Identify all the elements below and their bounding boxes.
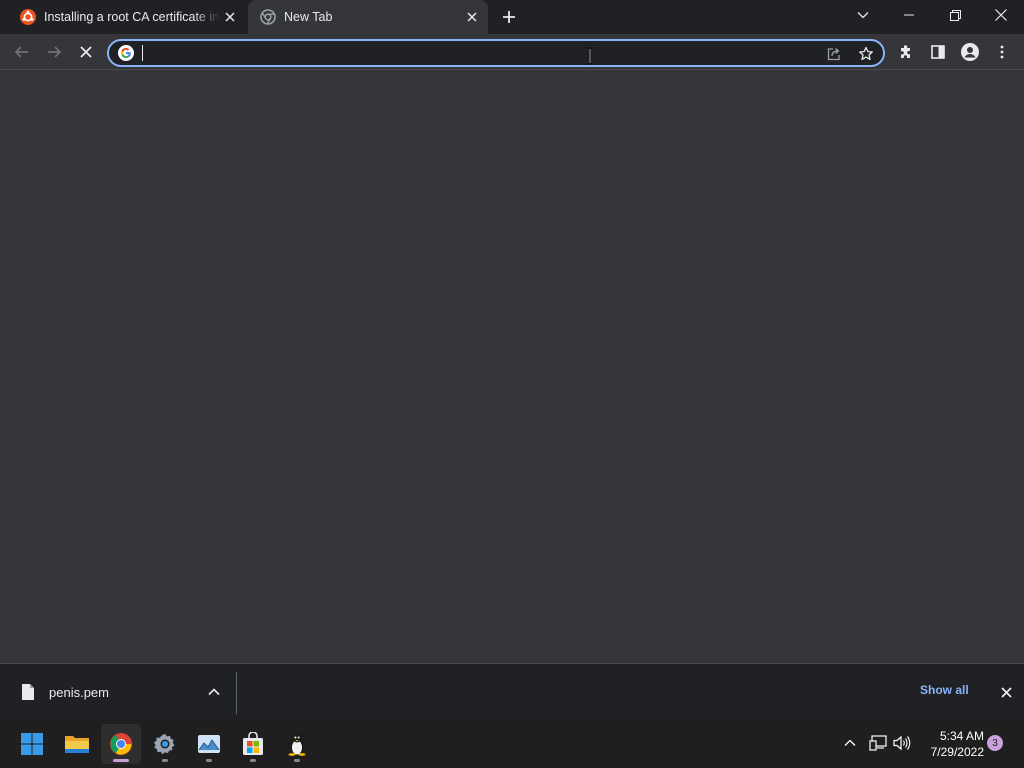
text-caret [142, 45, 143, 61]
running-app-indicator [250, 759, 256, 762]
tab-search-chevron-icon[interactable] [840, 0, 886, 30]
tab-strip: Installing a root CA certificate in the … [0, 0, 1024, 34]
network-icon[interactable] [867, 732, 889, 754]
photos-icon[interactable] [189, 724, 229, 764]
more-menu-icon[interactable] [988, 38, 1016, 66]
extensions-puzzle-icon[interactable] [892, 38, 920, 66]
back-button[interactable] [8, 38, 36, 66]
windows-taskbar: 5:34 AM 7/29/2022 3 [0, 720, 1024, 768]
chrome-newtab-icon [260, 9, 276, 25]
settings-icon[interactable] [145, 724, 185, 764]
ubuntu-icon [20, 9, 36, 25]
download-filename: penis.pem [49, 684, 109, 700]
show-hidden-icons-chevron-icon[interactable] [839, 732, 861, 754]
address-bar[interactable] [107, 39, 885, 67]
profile-avatar-icon[interactable] [956, 38, 984, 66]
file-icon [22, 684, 34, 700]
chevron-up-icon[interactable] [204, 682, 224, 702]
clock-time: 5:34 AM [939, 729, 984, 743]
windows-start-icon[interactable] [12, 724, 52, 764]
tab-installing-root-ca[interactable]: Installing a root CA certificate in the … [8, 0, 246, 34]
new-tab-button[interactable] [498, 6, 520, 28]
page-content [0, 71, 1024, 663]
browser-toolbar [0, 34, 1024, 70]
minimize-button[interactable] [886, 0, 932, 30]
show-all-downloads-link[interactable]: Show all [920, 683, 969, 697]
download-shelf: penis.pem Show all [0, 663, 1024, 720]
tab-new-tab[interactable]: New Tab [248, 0, 488, 34]
address-input[interactable] [141, 43, 801, 63]
restore-button[interactable] [932, 0, 978, 30]
close-window-button[interactable] [978, 0, 1024, 30]
divider [236, 672, 237, 714]
active-app-indicator [113, 759, 129, 762]
tab-title: New Tab [284, 10, 333, 24]
stop-loading-button[interactable] [72, 38, 100, 66]
running-app-indicator [206, 759, 212, 762]
close-tab-icon[interactable] [220, 7, 240, 27]
close-shelf-icon[interactable] [996, 682, 1016, 702]
side-panel-icon[interactable] [924, 38, 952, 66]
download-item[interactable]: penis.pem [0, 664, 236, 720]
running-app-indicator [162, 759, 168, 762]
clock-date: 7/29/2022 [930, 745, 984, 759]
close-tab-icon[interactable] [462, 7, 482, 27]
running-app-indicator [294, 759, 300, 762]
bookmark-star-icon[interactable] [856, 44, 876, 64]
chrome-icon[interactable] [101, 724, 141, 764]
google-icon [118, 45, 134, 61]
volume-icon[interactable] [891, 732, 913, 754]
file-explorer-icon[interactable] [57, 724, 97, 764]
microsoft-store-icon[interactable] [233, 724, 273, 764]
tab-title: Installing a root CA certificate in the … [44, 10, 220, 24]
linux-penguin-icon[interactable] [277, 724, 317, 764]
notification-badge[interactable]: 3 [987, 735, 1003, 751]
share-icon[interactable] [824, 44, 844, 64]
ibeam-cursor-icon [586, 47, 594, 65]
clock[interactable]: 5:34 AM 7/29/2022 [918, 728, 984, 760]
forward-button[interactable] [40, 38, 68, 66]
